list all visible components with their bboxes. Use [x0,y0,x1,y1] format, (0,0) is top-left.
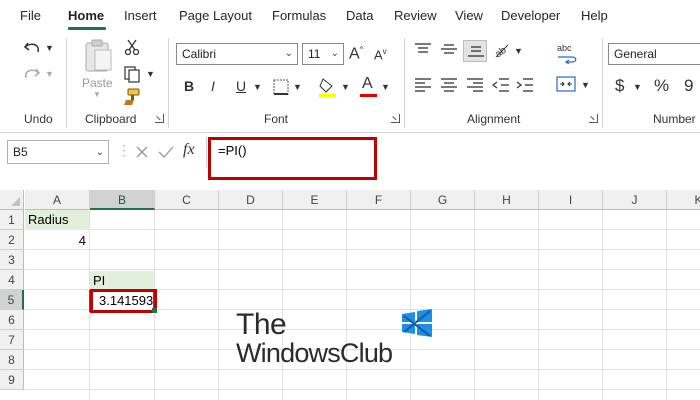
ribbon: ▼ ▼ Undo Paste ▼ ▼ Clipboard Calibri ⌄ 1… [0,32,700,133]
copy-dropdown-icon[interactable]: ▼ [146,70,155,79]
tab-formulas[interactable]: Formulas [272,8,326,23]
orientation-dropdown-icon[interactable]: ▼ [514,47,523,56]
font-color-dropdown-icon[interactable]: ▼ [381,83,390,92]
font-name-combo[interactable]: Calibri ⌄ [176,43,298,65]
increase-font-size-icon[interactable]: A^ [349,46,363,62]
confirm-entry-icon[interactable] [158,145,174,159]
spreadsheet-grid: ABCDEFGHIJK 123456789 Radius 4 PI 3.1415… [0,190,700,400]
cell-a1[interactable]: Radius [25,210,89,230]
borders-dropdown-icon[interactable]: ▼ [293,83,302,92]
cell-a1-text: Radius [28,212,69,227]
merge-center-icon[interactable] [556,76,576,92]
number-group-label: Number [653,112,696,126]
align-right-icon[interactable] [466,78,484,92]
cell-b5-text: 3.141593 [99,293,154,308]
name-box[interactable]: B5 ⌄ [7,140,109,164]
align-middle-icon[interactable] [440,43,458,57]
align-bottom-button[interactable] [463,40,487,62]
tab-view[interactable]: View [455,8,483,23]
tab-data[interactable]: Data [346,8,373,23]
undo-dropdown-icon[interactable]: ▼ [45,44,54,53]
percent-button[interactable]: % [654,77,669,94]
chevron-down-icon: ⌄ [284,48,293,59]
currency-button[interactable]: $ [615,77,624,94]
increase-indent-icon[interactable] [516,78,534,92]
align-bottom-icon [468,46,484,57]
watermark-line2: WindowsClub [236,338,393,368]
number-format-combo[interactable]: General [608,43,700,65]
paste-dropdown-icon[interactable]: ▼ [93,91,101,99]
chevron-down-icon: ⌄ [95,147,104,158]
fill-color-icon[interactable] [318,76,338,98]
tab-help[interactable]: Help [581,8,608,23]
tab-file[interactable]: File [20,8,41,23]
name-box-value: B5 [13,145,28,159]
cut-icon[interactable] [124,38,140,56]
watermark-line1: The [236,308,287,341]
align-left-icon[interactable] [414,78,432,92]
font-size-combo[interactable]: 11 ⌄ [302,43,344,65]
tab-home[interactable]: Home [68,8,104,23]
fill-color-dropdown-icon[interactable]: ▼ [341,83,350,92]
number-format-value: General [614,47,657,61]
cell-a2[interactable]: 4 [25,231,89,251]
currency-dropdown-icon[interactable]: ▼ [633,83,642,92]
ribbon-separator [602,38,603,128]
orientation-icon[interactable]: ab [492,40,512,60]
font-size-value: 11 [308,47,321,61]
cell-a2-text: 4 [78,233,86,248]
cell-b4-text: PI [93,273,106,288]
tab-page-layout[interactable]: Page Layout [179,8,252,23]
ribbon-separator [168,38,169,128]
ribbon-separator [404,38,405,128]
undo-icon[interactable] [22,38,44,56]
decrease-font-size-icon[interactable]: Av [374,48,387,62]
copy-icon[interactable] [123,65,141,83]
decrease-indent-icon[interactable] [492,78,510,92]
wrap-text-icon[interactable]: ab c [556,42,578,64]
italic-button[interactable]: I [211,79,215,93]
ribbon-separator [66,38,67,128]
cell-b4[interactable]: PI [90,271,154,291]
alignment-launcher-icon[interactable] [589,114,598,123]
windows-logo-icon [402,309,432,337]
font-color-swatch [360,94,377,97]
cancel-entry-icon[interactable] [135,145,149,159]
underline-button[interactable]: U [236,79,246,93]
undo-group-label: Undo [24,112,53,126]
redo-icon[interactable] [22,64,44,82]
clipboard-group-label: Clipboard [85,112,137,126]
insert-function-button[interactable]: fx [183,141,195,159]
font-color-icon[interactable]: A [362,76,373,92]
align-top-icon[interactable] [414,43,432,57]
borders-icon[interactable] [273,79,289,95]
svg-text:c: c [567,43,572,53]
chevron-down-icon: ⌄ [330,48,339,59]
fill-handle[interactable] [152,308,157,313]
tab-developer[interactable]: Developer [501,8,560,23]
paste-button[interactable]: Paste [82,76,113,90]
merge-dropdown-icon[interactable]: ▼ [581,81,590,90]
formula-bar-grip-icon: ⋮ [117,142,131,158]
tab-review[interactable]: Review [394,8,437,23]
clipboard-launcher-icon[interactable] [155,114,164,123]
formula-bar: B5 ⌄ ⋮ fx =PI() [0,133,700,181]
font-group-label: Font [264,112,289,126]
comma-style-button[interactable]: 9 [684,77,693,94]
redo-dropdown-icon[interactable]: ▼ [45,70,54,79]
formula-input[interactable]: =PI() [218,143,247,158]
bold-button[interactable]: B [184,79,194,93]
font-launcher-icon[interactable] [391,114,400,123]
menu-bar: File Home Insert Page Layout Formulas Da… [0,0,700,32]
underline-dropdown-icon[interactable]: ▼ [253,83,262,92]
svg-text:ab: ab [557,43,567,53]
active-tab-indicator [68,27,106,30]
alignment-group-label: Alignment [467,112,521,126]
format-painter-icon[interactable] [122,88,142,106]
align-center-icon[interactable] [440,78,458,92]
paste-icon[interactable] [84,38,114,74]
tab-insert[interactable]: Insert [124,8,157,23]
font-name-value: Calibri [182,47,217,61]
